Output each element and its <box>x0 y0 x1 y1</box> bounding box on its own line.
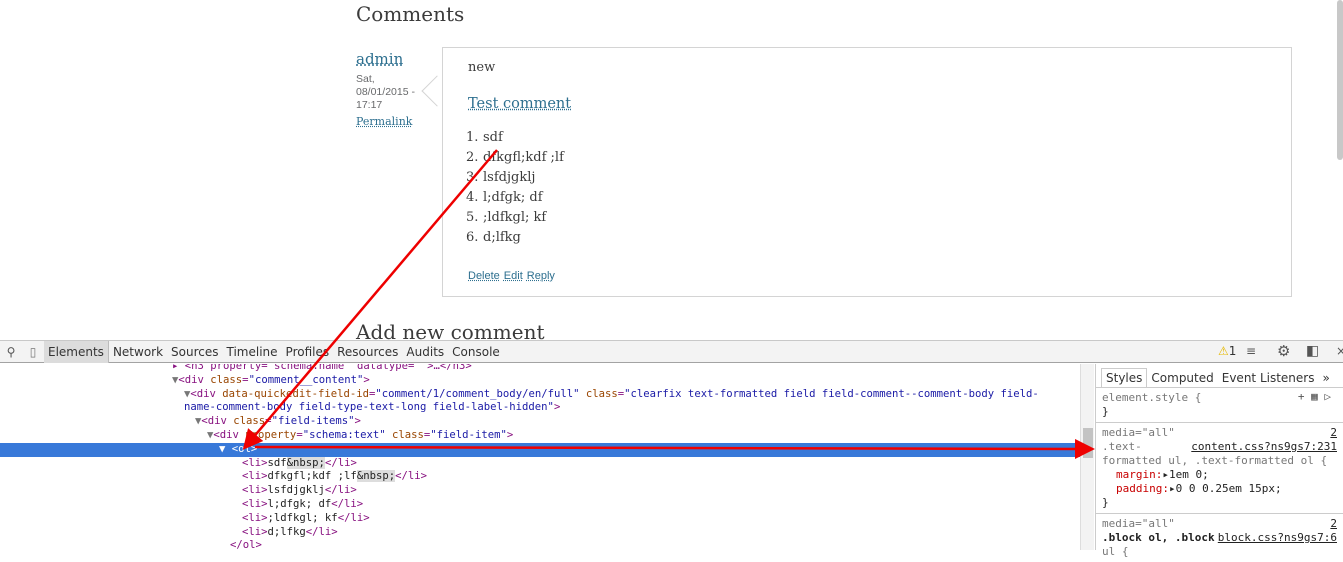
tab-timeline[interactable]: Timeline <box>223 341 282 363</box>
close-icon[interactable]: × <box>1336 344 1343 358</box>
source-link[interactable]: content.css?ns9gs7:231 <box>1191 440 1337 454</box>
search-icon[interactable]: ⚲ <box>0 345 22 359</box>
comment-subject: new <box>468 60 496 75</box>
tab-computed[interactable]: Computed <box>1147 369 1217 387</box>
comment-date: Sat, 08/01/2015 - 17:17 <box>356 73 415 111</box>
permalink[interactable]: Permalink <box>356 115 412 128</box>
list-item: 6. d;lfkg <box>466 230 521 245</box>
delete-link[interactable]: Delete <box>468 270 500 282</box>
tab-audits[interactable]: Audits <box>402 341 448 363</box>
styles-sidebar: Styles Computed Event Listeners » elemen… <box>1095 364 1343 558</box>
comment-box <box>442 47 1292 297</box>
tab-sources[interactable]: Sources <box>167 341 222 363</box>
device-mode-icon[interactable]: ▯ <box>22 345 44 359</box>
tab-elements[interactable]: Elements <box>44 340 109 363</box>
web-page: Comments admin Sat, 08/01/2015 - 17:17 P… <box>0 0 1343 340</box>
tab-styles[interactable]: Styles <box>1101 368 1148 387</box>
warning-icon: ⚠ <box>1218 344 1229 358</box>
comment-list: 1. sdf 2. dfkgfl;kdf ;lf 3. lsfdjgklj 4. l;d… <box>466 130 564 250</box>
dock-icon[interactable]: ◧ <box>1306 343 1319 359</box>
page-scrollbar[interactable] <box>1337 0 1343 160</box>
comment-title[interactable]: Test comment <box>468 96 571 112</box>
list-item: 1. sdf <box>466 130 503 145</box>
list-item: 4. l;dfgk; df <box>466 190 543 205</box>
style-rule[interactable]: media="all" 2 .block ol, .block block.css… <box>1096 514 1343 562</box>
warning-badge[interactable]: ⚠1 <box>1218 344 1236 358</box>
add-rule-icon[interactable]: + ▦ ▷ <box>1298 390 1331 404</box>
comments-heading: Comments <box>356 2 465 26</box>
selected-node-ol[interactable]: ▼ <ol> <box>0 442 1080 457</box>
style-rule[interactable]: media="all" 2 .text-content.css?ns9gs7:2… <box>1096 423 1343 514</box>
edit-link[interactable]: Edit <box>504 270 523 282</box>
element-style-rule[interactable]: element.style {} + ▦ ▷ <box>1096 388 1343 423</box>
reply-link[interactable]: Reply <box>527 270 555 282</box>
tab-event-listeners[interactable]: Event Listeners <box>1218 369 1319 387</box>
list-item: 3. lsfdjgklj <box>466 170 536 185</box>
list-item: 5. ;ldfkgl; kf <box>466 210 547 225</box>
author-link[interactable]: admin <box>356 50 403 68</box>
tab-console[interactable]: Console <box>448 341 504 363</box>
comment-links: Delete Edit Reply <box>468 270 559 282</box>
tab-network[interactable]: Network <box>109 341 167 363</box>
gear-icon[interactable]: ⚙ <box>1277 342 1290 360</box>
dom-tree[interactable]: ▸ <h3 property="schema:name" datatype=""… <box>0 364 1080 550</box>
console-drawer-icon[interactable]: ≡ <box>1246 344 1256 358</box>
list-item: 2. dfkgfl;kdf ;lf <box>466 150 564 165</box>
source-link[interactable]: block.css?ns9gs7:6 <box>1218 531 1337 545</box>
devtools-toolbar: ⚲ ▯ Elements Network Sources Timeline Pr… <box>0 340 1343 363</box>
add-comment-heading: Add new comment <box>356 320 545 340</box>
more-tabs-icon[interactable]: » <box>1318 369 1333 387</box>
elements-scrollbar[interactable] <box>1080 364 1094 550</box>
tab-profiles[interactable]: Profiles <box>282 341 334 363</box>
tab-resources[interactable]: Resources <box>333 341 402 363</box>
devtools-panel: ⚲ ▯ Elements Network Sources Timeline Pr… <box>0 340 1343 558</box>
